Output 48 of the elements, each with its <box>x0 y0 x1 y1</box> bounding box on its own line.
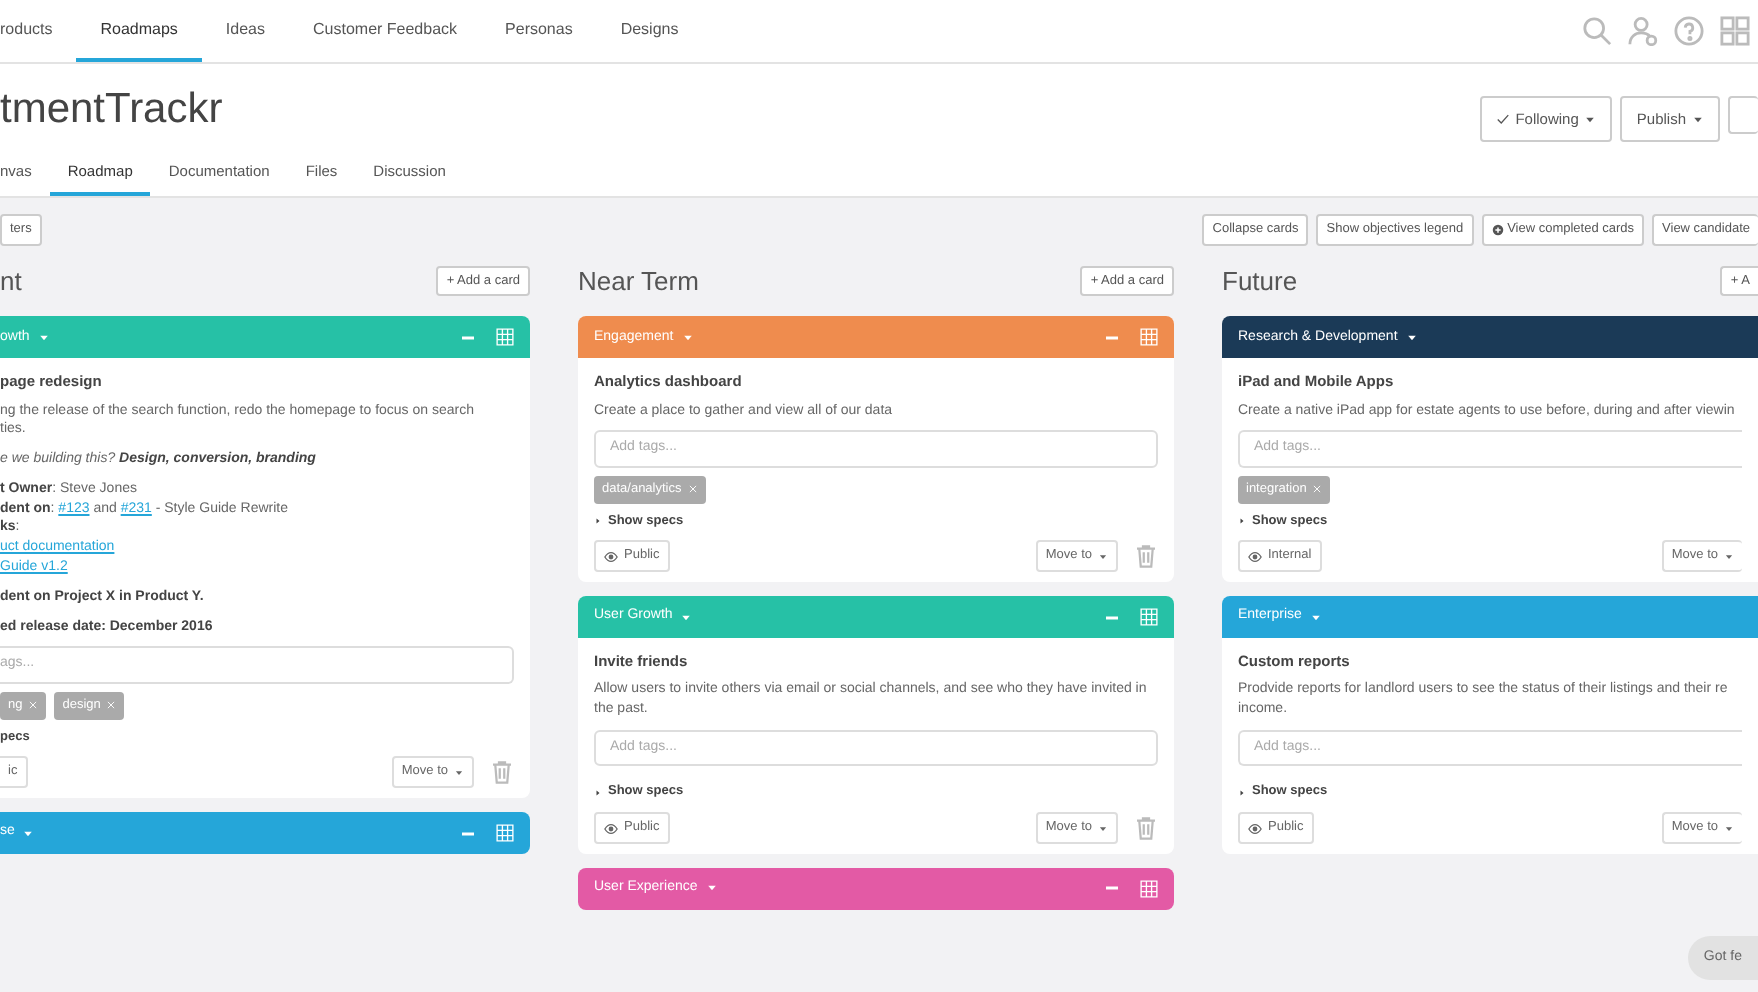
trash-icon[interactable] <box>1134 544 1158 569</box>
caret-icon <box>1584 113 1597 126</box>
plus-circle-icon <box>1491 223 1504 236</box>
trash-icon[interactable] <box>1134 816 1158 841</box>
caret-icon <box>1309 611 1322 624</box>
caret-icon <box>22 827 35 840</box>
caret-icon <box>1405 331 1418 344</box>
trash-icon[interactable] <box>490 760 514 785</box>
eye-icon <box>604 549 618 564</box>
caret-icon <box>680 611 693 624</box>
caret-icon <box>1098 823 1108 834</box>
close-icon <box>1312 484 1323 495</box>
caret-icon <box>454 767 464 778</box>
user-icon[interactable] <box>1628 16 1658 46</box>
nav-tab[interactable]: Roadmaps <box>76 0 202 62</box>
nav-tab[interactable]: Personas <box>481 0 597 62</box>
column-title: Near Term <box>578 263 699 300</box>
nav-tab[interactable]: Designs <box>596 0 703 62</box>
eye-icon <box>1248 549 1262 564</box>
search-icon[interactable] <box>1582 16 1612 46</box>
caret-icon <box>1692 113 1704 126</box>
eye-icon <box>604 821 618 836</box>
nav-tab[interactable]: Ideas <box>201 0 289 62</box>
caret-icon <box>37 331 50 344</box>
grid-icon <box>1140 328 1158 347</box>
check-icon <box>1495 112 1510 127</box>
grid-icon <box>1140 879 1158 898</box>
caret-icon <box>1098 551 1108 562</box>
grid-icon <box>1140 608 1158 627</box>
column-title: nt <box>0 263 22 300</box>
close-icon <box>687 484 698 495</box>
caret-icon <box>1724 551 1734 562</box>
nav-tab[interactable]: roducts <box>0 0 77 62</box>
roadmap-card[interactable] <box>0 316 530 799</box>
grid-icon <box>496 328 514 347</box>
close-icon <box>106 700 117 711</box>
project-title: tmentTrackr <box>0 84 223 135</box>
caret-icon <box>705 882 718 895</box>
close-icon <box>28 700 39 711</box>
eye-icon <box>1248 821 1262 836</box>
column-title: Future <box>1222 263 1298 300</box>
caret-icon <box>681 331 694 344</box>
help-icon[interactable] <box>1674 16 1704 46</box>
nav-tab[interactable]: Customer Feedback <box>289 0 482 62</box>
caret-icon <box>1724 823 1734 834</box>
dropdown-button[interactable] <box>1728 96 1758 134</box>
grid-icon[interactable] <box>1720 16 1750 46</box>
grid-icon <box>496 824 514 843</box>
